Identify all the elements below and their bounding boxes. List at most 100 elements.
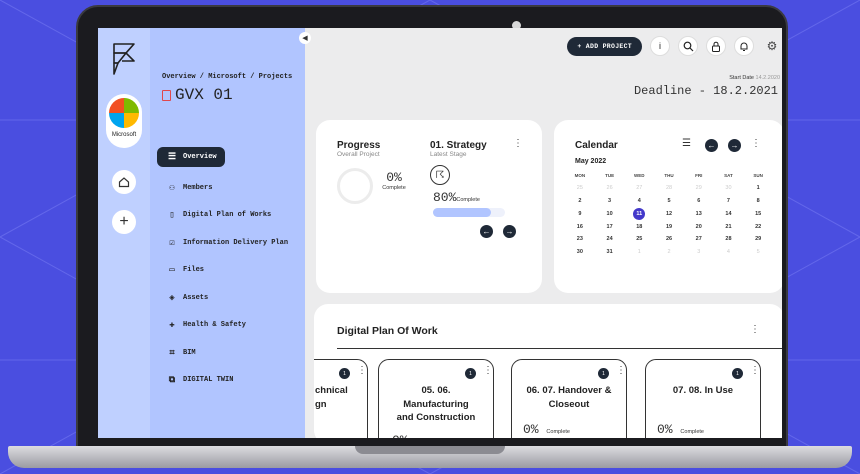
calendar-day[interactable]: 28	[714, 236, 744, 242]
info-button[interactable]: i	[650, 36, 670, 56]
calendar-day[interactable]: 5	[654, 198, 684, 204]
more-icon[interactable]: ⋮	[483, 366, 493, 376]
microsoft-logo-icon	[109, 98, 139, 128]
calendar-day[interactable]: 17	[595, 224, 625, 230]
org-switcher[interactable]: Microsoft	[106, 94, 142, 148]
app-screen: Microsoft + ◀ Overview / Microsoft / Pro…	[98, 28, 782, 438]
stage-card[interactable]: 1 ⋮ 06. 07. Handover & Closeout 0% Compl…	[511, 359, 627, 438]
calendar-day[interactable]: 25	[565, 185, 595, 191]
document-icon: ▯	[169, 210, 175, 221]
calendar-day[interactable]: 22	[743, 224, 773, 230]
start-date-value: 14.2.2020	[755, 75, 780, 81]
stage-header: 01. Strategy Latest Stage	[430, 140, 487, 158]
calendar-day[interactable]: 26	[654, 236, 684, 242]
chevron-left-icon: ◀	[302, 35, 308, 42]
collapse-panel-button[interactable]: ◀	[299, 32, 311, 44]
calendar-day[interactable]: 4	[624, 198, 654, 204]
stage-percent-value: 80%	[433, 190, 457, 205]
calendar-day[interactable]: 9	[565, 211, 595, 217]
calendar-day[interactable]: 29	[684, 185, 714, 191]
nav-item-files[interactable]: ▭ Files	[157, 257, 288, 285]
prev-stage-button[interactable]: ←	[480, 225, 493, 238]
calendar-day[interactable]: 25	[624, 236, 654, 242]
calendar-day[interactable]: 1	[743, 185, 773, 191]
search-icon	[683, 41, 693, 51]
next-month-button[interactable]: →	[728, 139, 741, 152]
calendar-day[interactable]: 20	[684, 224, 714, 230]
calendar-day[interactable]: 15	[743, 211, 773, 217]
app-logo-icon[interactable]	[111, 41, 137, 77]
calendar-day[interactable]: 12	[654, 211, 684, 217]
bell-icon	[740, 42, 748, 51]
calendar-day[interactable]: 3	[684, 249, 714, 255]
calendar-day[interactable]: 7	[714, 198, 744, 204]
calendar-day[interactable]: 29	[743, 236, 773, 242]
calendar-day[interactable]: 11	[624, 207, 654, 220]
calendar-day[interactable]: 16	[565, 224, 595, 230]
calendar-day[interactable]: 30	[714, 185, 744, 191]
settings-button[interactable]: ⚙	[762, 36, 782, 56]
strategy-stage-icon: ☈	[430, 165, 450, 185]
more-icon[interactable]: ⋮	[357, 366, 367, 376]
more-icon[interactable]: ⋮	[751, 139, 761, 149]
stage-progress-bar	[433, 208, 505, 217]
nav-item-health-safety[interactable]: ✚ Health & Safety	[157, 312, 288, 340]
calendar-day[interactable]: 27	[684, 236, 714, 242]
project-title: GVX 01	[162, 86, 233, 104]
more-icon[interactable]: ⋮	[616, 366, 626, 376]
nav-item-label: Members	[183, 183, 213, 192]
nav-item-digital-twin[interactable]: ⧉ DIGITAL TWIN	[157, 367, 288, 395]
calendar-day[interactable]: 31	[595, 249, 625, 255]
calendar-day[interactable]: 6	[684, 198, 714, 204]
progress-title: Progress	[337, 140, 381, 151]
home-button[interactable]	[112, 170, 136, 194]
calendar-day[interactable]: 26	[595, 185, 625, 191]
calendar-day[interactable]: 19	[654, 224, 684, 230]
start-date-label: Start Date	[729, 75, 754, 81]
calendar-day[interactable]: 18	[624, 224, 654, 230]
nav-item-digital-plan-of-works[interactable]: ▯ Digital Plan of Works	[157, 202, 288, 230]
calendar-day[interactable]: 14	[714, 211, 744, 217]
more-icon[interactable]: ⋮	[750, 366, 760, 376]
calendar-day[interactable]: 27	[624, 185, 654, 191]
calendar-day[interactable]: 2	[654, 249, 684, 255]
selected-day[interactable]: 11	[633, 207, 646, 220]
calendar-day[interactable]: 2	[565, 198, 595, 204]
calendar-day[interactable]: 8	[743, 198, 773, 204]
calendar-day[interactable]: 30	[565, 249, 595, 255]
stage-card[interactable]: 1 ⋮ chnical gn	[314, 359, 368, 438]
add-project-button[interactable]: + ADD PROJECT	[567, 36, 642, 56]
calendar-day[interactable]: 23	[565, 236, 595, 242]
calendar-day[interactable]: 4	[714, 249, 744, 255]
calendar-day[interactable]: 21	[714, 224, 744, 230]
stage-percent-label: Complete	[546, 429, 570, 435]
bookmark-icon[interactable]	[162, 89, 171, 101]
nav-item-label: Digital Plan of Works	[183, 211, 272, 220]
calendar-week: 23 24 25 26 27 28 29	[565, 233, 773, 246]
calendar-day[interactable]: 13	[684, 211, 714, 217]
nav-item-members[interactable]: ⚇ Members	[157, 174, 288, 202]
lock-button[interactable]	[706, 36, 726, 56]
more-icon[interactable]: ⋮	[513, 139, 523, 149]
nav-item-overview[interactable]: ☰ Overview	[157, 147, 225, 167]
calendar-day[interactable]: 1	[624, 249, 654, 255]
nav-item-bim[interactable]: ⌗ BIM	[157, 339, 288, 367]
filter-icon[interactable]: ☰	[682, 138, 691, 149]
add-button[interactable]: +	[112, 210, 136, 234]
calendar-day[interactable]: 10	[595, 211, 625, 217]
calendar-day[interactable]: 28	[654, 185, 684, 191]
stage-card[interactable]: 1 ⋮ 07. 08. In Use 0% Complete	[645, 359, 761, 438]
notifications-button[interactable]	[734, 36, 754, 56]
nav-item-information-delivery-plan[interactable]: ☑ Information Delivery Plan	[157, 229, 288, 257]
weekday: THU	[664, 172, 674, 178]
prev-month-button[interactable]: ←	[705, 139, 718, 152]
nav-item-assets[interactable]: ◈ Assets	[157, 284, 288, 312]
stage-percent-value: 0%	[523, 422, 539, 437]
calendar-day[interactable]: 24	[595, 236, 625, 242]
next-stage-button[interactable]: →	[503, 225, 516, 238]
calendar-day[interactable]: 3	[595, 198, 625, 204]
calendar-day[interactable]: 5	[743, 249, 773, 255]
breadcrumb: Overview / Microsoft / Projects	[162, 73, 293, 81]
stage-card[interactable]: 1 ⋮ 05. 06. Manufacturing and Constructi…	[378, 359, 494, 438]
search-button[interactable]	[678, 36, 698, 56]
